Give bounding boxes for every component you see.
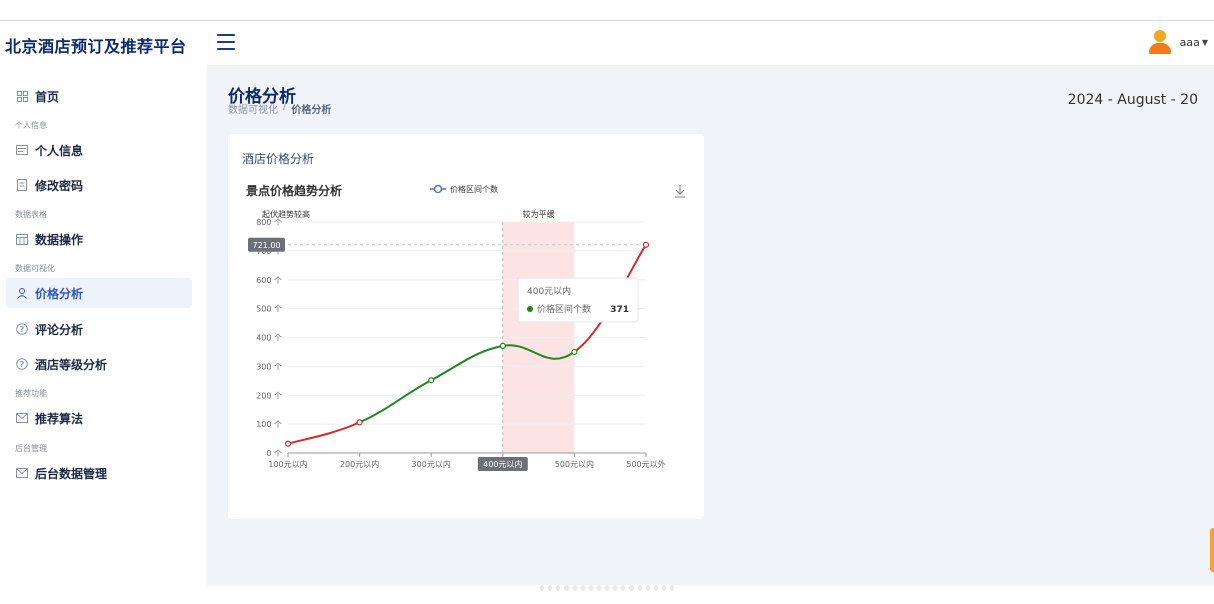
header: 北京酒店预订及推荐平台 aaa ▼ <box>0 21 1214 65</box>
x-tick-label: 500元以外 <box>626 459 665 469</box>
app-root: 北京酒店预订及推荐平台 aaa ▼ 首页 个人信息 个人信息 修改密码 数据表格… <box>0 0 1214 604</box>
sidebar-item-label: 数据操作 <box>35 232 84 247</box>
y-tick-label: 200 个 <box>256 391 282 400</box>
sidebar-item-label: 首页 <box>35 89 60 104</box>
x-tick-label: 300元以内 <box>412 459 451 469</box>
y-tick-label: 600 个 <box>256 276 282 285</box>
nav-group-data: 数据表格 <box>15 210 47 219</box>
breadcrumb-item[interactable]: 数据可视化 <box>228 101 278 116</box>
question-circle-icon: ? <box>16 323 28 335</box>
brand-title[interactable]: 北京酒店预订及推荐平台 <box>5 33 187 57</box>
max-value-label: 721.00 <box>253 241 281 250</box>
side-tab[interactable] <box>1210 528 1214 572</box>
nav-group-visualization: 数据可视化 <box>15 264 55 273</box>
tooltip-box <box>517 277 639 323</box>
sidebar-item-personal-info[interactable]: 个人信息 <box>6 135 192 165</box>
breadcrumb: 数据可视化 / 价格分析 <box>228 101 331 116</box>
legend-marker <box>433 184 443 194</box>
download-icon[interactable] <box>675 185 685 198</box>
sidebar-item-label: 价格分析 <box>35 286 84 301</box>
sidebar-item-change-password[interactable]: 修改密码 <box>6 170 192 200</box>
nav-group-personal: 个人信息 <box>15 121 47 130</box>
mail-icon <box>16 412 28 424</box>
sidebar-item-label: 推荐算法 <box>35 411 84 426</box>
mark-area-label: 较为平缓 <box>523 209 555 219</box>
current-date: 2024 - August - 20 <box>1067 92 1198 108</box>
data-point <box>571 348 578 356</box>
y-tick-label: 0 个 <box>266 449 282 458</box>
id-card-icon <box>16 144 28 156</box>
price-trend-chart[interactable]: 0 个100 个200 个300 个400 个500 个600 个700 个80… <box>228 134 704 519</box>
y-tick-label: 800 个 <box>256 218 282 227</box>
tooltip-series-name: 价格区间个数 <box>537 303 591 315</box>
breadcrumb-current: 价格分析 <box>291 105 332 116</box>
sidebar-item-recommend-algo[interactable]: 推荐算法 <box>6 403 192 433</box>
x-tick-label: 400元以内 <box>483 459 522 469</box>
data-point <box>284 440 292 447</box>
user-menu[interactable]: aaa ▼ <box>1148 30 1208 54</box>
x-tick-label: 500元以内 <box>555 459 594 469</box>
sidebar-item-price-analysis[interactable]: 价格分析 <box>6 278 192 308</box>
svg-text:?: ? <box>20 325 25 334</box>
table-icon <box>16 233 28 245</box>
legend-label: 价格区间个数 <box>450 184 498 194</box>
y-tick-label: 400 个 <box>256 334 282 343</box>
sidebar-item-label: 修改密码 <box>35 178 84 193</box>
y-tick-label: 100 个 <box>256 420 282 429</box>
y-tick-label: 500 个 <box>256 305 282 314</box>
avatar[interactable] <box>1148 30 1172 54</box>
menu-toggle-icon[interactable] <box>217 34 235 50</box>
question-circle-icon: ? <box>16 358 28 370</box>
sidebar-item-home[interactable]: 首页 <box>6 81 192 111</box>
user-icon <box>16 287 28 299</box>
main-content: 价格分析 数据可视化 / 价格分析 2024 - August - 20 酒店价… <box>207 65 1214 585</box>
sidebar-item-label: 酒店等级分析 <box>35 357 108 372</box>
data-point <box>356 419 363 426</box>
data-point <box>428 377 435 384</box>
svg-text:?: ? <box>20 360 25 369</box>
document-icon <box>16 179 28 191</box>
x-tick-label: 100元以内 <box>268 459 307 469</box>
tooltip-value: 371 <box>610 305 629 315</box>
y-tick-label: 300 个 <box>256 362 282 371</box>
sidebar-item-label: 评论分析 <box>35 322 84 337</box>
sidebar-item-data-ops[interactable]: 数据操作 <box>6 224 192 254</box>
user-name[interactable]: aaa <box>1180 36 1200 49</box>
mail-icon <box>16 467 28 479</box>
chart-card: 酒店价格分析 0 个 100 个 200 个 300 个 400 个 500 个 600 个… <box>228 134 704 519</box>
x-tick-label: 200元以内 <box>340 459 379 469</box>
pagination-dots <box>540 585 675 595</box>
series-line-segment <box>430 344 504 382</box>
chart-title: 景点价格趋势分析 <box>246 183 342 198</box>
nav-group-admin: 后台管理 <box>15 444 47 453</box>
grid-icon <box>16 90 28 102</box>
chevron-down-icon[interactable]: ▼ <box>1202 38 1208 47</box>
tooltip-marker <box>527 306 533 312</box>
series-line-segment <box>358 379 433 424</box>
sidebar: 首页 个人信息 个人信息 修改密码 数据表格 数据操作 数据可视化 价格分析 ?… <box>0 65 207 585</box>
data-point <box>499 342 506 349</box>
sidebar-item-hotel-level[interactable]: ? 酒店等级分析 <box>6 349 192 379</box>
sidebar-item-label: 后台数据管理 <box>35 466 108 481</box>
sidebar-item-label: 个人信息 <box>35 143 84 158</box>
breadcrumb-separator: / <box>283 101 287 112</box>
nav-group-recommend: 推荐功能 <box>15 389 47 398</box>
tooltip-title: 400元以内 <box>527 285 571 297</box>
series-line-segment <box>287 421 361 445</box>
sidebar-item-comment-analysis[interactable]: ? 评论分析 <box>6 314 192 344</box>
mark-area-label: 起伏趋势较高 <box>262 209 310 219</box>
sidebar-item-backend-data[interactable]: 后台数据管理 <box>6 458 192 488</box>
data-point <box>642 241 650 248</box>
